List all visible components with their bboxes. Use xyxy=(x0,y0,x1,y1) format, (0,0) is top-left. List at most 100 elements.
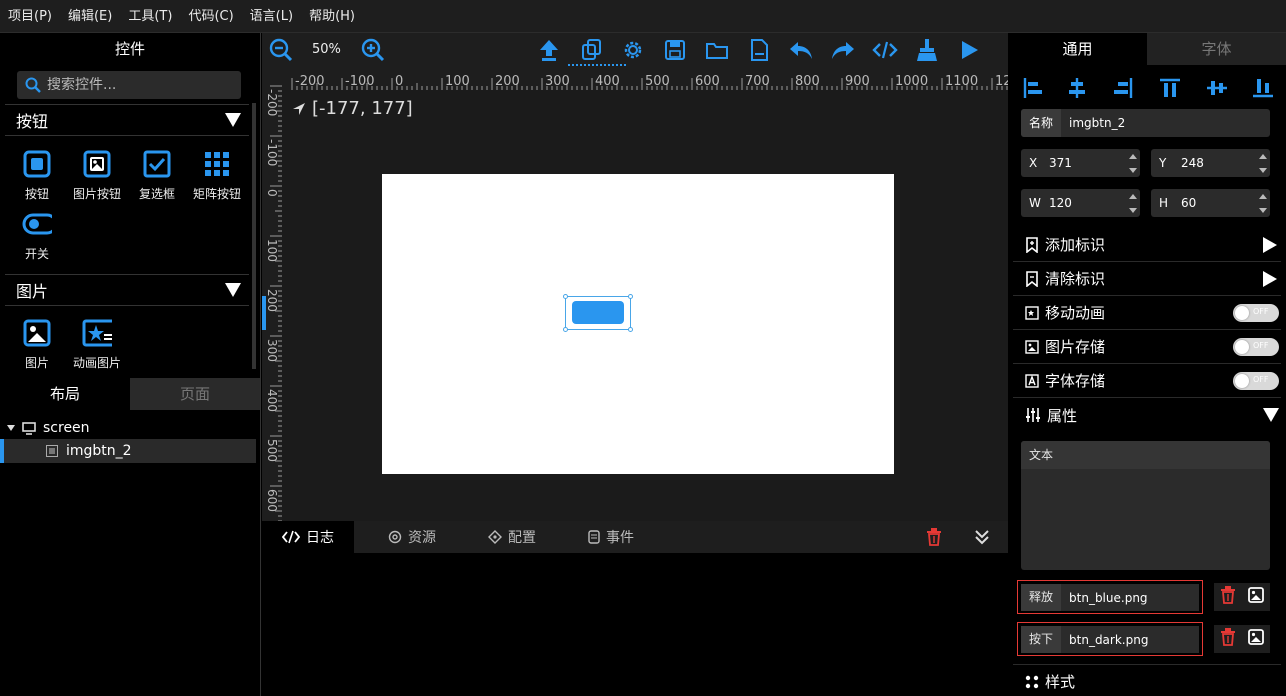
h-field[interactable]: H 60 xyxy=(1151,189,1270,217)
pick-release-image-button[interactable] xyxy=(1248,587,1264,607)
clear-log-button[interactable] xyxy=(926,528,942,550)
name-field-value[interactable]: imgbtn_2 xyxy=(1061,116,1125,130)
settings-button[interactable] xyxy=(620,37,646,63)
screen-preview[interactable] xyxy=(382,174,894,474)
align-right-button[interactable] xyxy=(1112,77,1134,99)
code-button[interactable] xyxy=(872,37,898,63)
stepper-up-icon[interactable] xyxy=(1129,193,1137,199)
menu-help[interactable]: 帮助(H) xyxy=(301,0,363,33)
stepper-down-icon[interactable] xyxy=(1129,207,1137,213)
delete-pressed-image-button[interactable] xyxy=(1220,628,1236,650)
stepper-down-icon[interactable] xyxy=(1129,167,1137,173)
collapse-panel-button[interactable] xyxy=(974,529,990,549)
save-button[interactable] xyxy=(662,37,688,63)
align-bottom-button[interactable] xyxy=(1252,77,1274,99)
stepper-down-icon[interactable] xyxy=(1259,167,1267,173)
expand-arrow-icon[interactable] xyxy=(1263,236,1277,253)
stepper-up-icon[interactable] xyxy=(1259,193,1267,199)
menu-project[interactable]: 项目(P) xyxy=(0,0,60,33)
collapse-icon[interactable] xyxy=(1263,408,1279,422)
move-anim-toggle[interactable]: OFF xyxy=(1233,303,1279,322)
w-stepper[interactable] xyxy=(1126,189,1140,217)
section-properties[interactable]: 属性 xyxy=(1013,398,1281,432)
release-image-value[interactable]: btn_blue.png xyxy=(1061,591,1148,605)
expand-arrow-icon[interactable] xyxy=(1263,270,1277,287)
section-img-store[interactable]: 图片存储 OFF xyxy=(1013,330,1281,364)
widget-switch[interactable]: 开关 xyxy=(7,209,67,262)
open-folder-button[interactable] xyxy=(704,37,730,63)
stepper-up-icon[interactable] xyxy=(1259,153,1267,159)
pressed-image-field[interactable]: 按下 btn_dark.png xyxy=(1017,622,1203,656)
collapse-icon[interactable] xyxy=(225,283,241,297)
tab-log[interactable]: 日志 xyxy=(262,521,354,553)
section-clear-mark[interactable]: 清除标识 xyxy=(1013,262,1281,296)
widget-search-input[interactable] xyxy=(47,77,227,93)
upload-button[interactable] xyxy=(536,37,562,63)
align-left-button[interactable] xyxy=(1022,77,1044,99)
tab-pages[interactable]: 页面 xyxy=(130,378,260,410)
new-file-button[interactable] xyxy=(746,37,772,63)
stepper-down-icon[interactable] xyxy=(1259,207,1267,213)
widget-button[interactable]: 按钮 xyxy=(7,149,67,202)
tab-general[interactable]: 通用 xyxy=(1008,33,1147,65)
undo-button[interactable] xyxy=(788,37,814,63)
resize-handle[interactable] xyxy=(628,327,633,332)
clean-button[interactable] xyxy=(914,37,940,63)
name-field[interactable]: 名称 imgbtn_2 xyxy=(1021,109,1270,137)
tab-resources[interactable]: 资源 xyxy=(388,521,436,553)
section-add-mark[interactable]: 添加标识 xyxy=(1013,228,1281,262)
section-style[interactable]: 样式 xyxy=(1013,664,1281,696)
widget-checkbox[interactable]: 复选框 xyxy=(127,149,187,202)
section-move-anim[interactable]: 移动动画 OFF xyxy=(1013,296,1281,330)
y-field-value[interactable]: 248 xyxy=(1181,156,1204,170)
tab-font[interactable]: 字体 xyxy=(1147,33,1286,65)
tab-config[interactable]: 配置 xyxy=(488,521,536,553)
run-button[interactable] xyxy=(956,37,982,63)
align-top-button[interactable] xyxy=(1159,77,1181,99)
align-vcenter-button[interactable] xyxy=(1206,77,1228,99)
img-store-toggle[interactable]: OFF xyxy=(1233,337,1279,356)
menu-language[interactable]: 语言(L) xyxy=(242,0,301,33)
widget-matrix-button[interactable]: 矩阵按钮 xyxy=(187,149,247,202)
stepper-up-icon[interactable] xyxy=(1129,153,1137,159)
tree-node-screen[interactable]: screen xyxy=(0,416,256,440)
w-field-value[interactable]: 120 xyxy=(1049,196,1072,210)
category-images[interactable]: 图片 xyxy=(5,274,249,306)
section-font-store[interactable]: 字体存储 OFF xyxy=(1013,364,1281,398)
align-hcenter-button[interactable] xyxy=(1066,77,1088,99)
x-field[interactable]: X 371 xyxy=(1021,149,1140,177)
redo-button[interactable] xyxy=(830,37,856,63)
widget-search[interactable] xyxy=(17,71,241,99)
menu-code[interactable]: 代码(C) xyxy=(180,0,241,33)
w-field[interactable]: W 120 xyxy=(1021,189,1140,217)
log-output[interactable] xyxy=(262,553,1008,696)
expand-arrow-icon[interactable] xyxy=(6,423,16,433)
category-buttons[interactable]: 按钮 xyxy=(5,104,249,136)
selection-box[interactable] xyxy=(563,294,633,332)
zoom-out-button[interactable] xyxy=(268,37,294,63)
resize-handle[interactable] xyxy=(563,294,568,299)
widget-panel-scrollbar[interactable] xyxy=(252,103,256,369)
copy-button[interactable] xyxy=(578,37,604,63)
widget-image[interactable]: 图片 xyxy=(7,318,67,371)
font-store-toggle[interactable]: OFF xyxy=(1233,371,1279,390)
tree-node-imgbtn[interactable]: imgbtn_2 xyxy=(0,439,256,463)
resize-handle[interactable] xyxy=(628,294,633,299)
h-field-value[interactable]: 60 xyxy=(1181,196,1196,210)
y-field[interactable]: Y 248 xyxy=(1151,149,1270,177)
menu-edit[interactable]: 编辑(E) xyxy=(60,0,120,33)
widget-image-button[interactable]: 图片按钮 xyxy=(67,149,127,202)
y-stepper[interactable] xyxy=(1256,149,1270,177)
collapse-icon[interactable] xyxy=(225,113,241,127)
widget-anim-image[interactable]: 动画图片 xyxy=(67,318,127,371)
delete-release-image-button[interactable] xyxy=(1220,586,1236,608)
x-field-value[interactable]: 371 xyxy=(1049,156,1072,170)
resize-handle[interactable] xyxy=(563,327,568,332)
zoom-in-button[interactable] xyxy=(360,37,386,63)
tab-layout[interactable]: 布局 xyxy=(0,378,130,410)
pressed-image-input[interactable]: 按下 btn_dark.png xyxy=(1021,626,1199,653)
x-stepper[interactable] xyxy=(1126,149,1140,177)
pick-pressed-image-button[interactable] xyxy=(1248,629,1264,649)
release-image-field[interactable]: 释放 btn_blue.png xyxy=(1017,580,1203,614)
tab-events[interactable]: 事件 xyxy=(588,521,634,553)
